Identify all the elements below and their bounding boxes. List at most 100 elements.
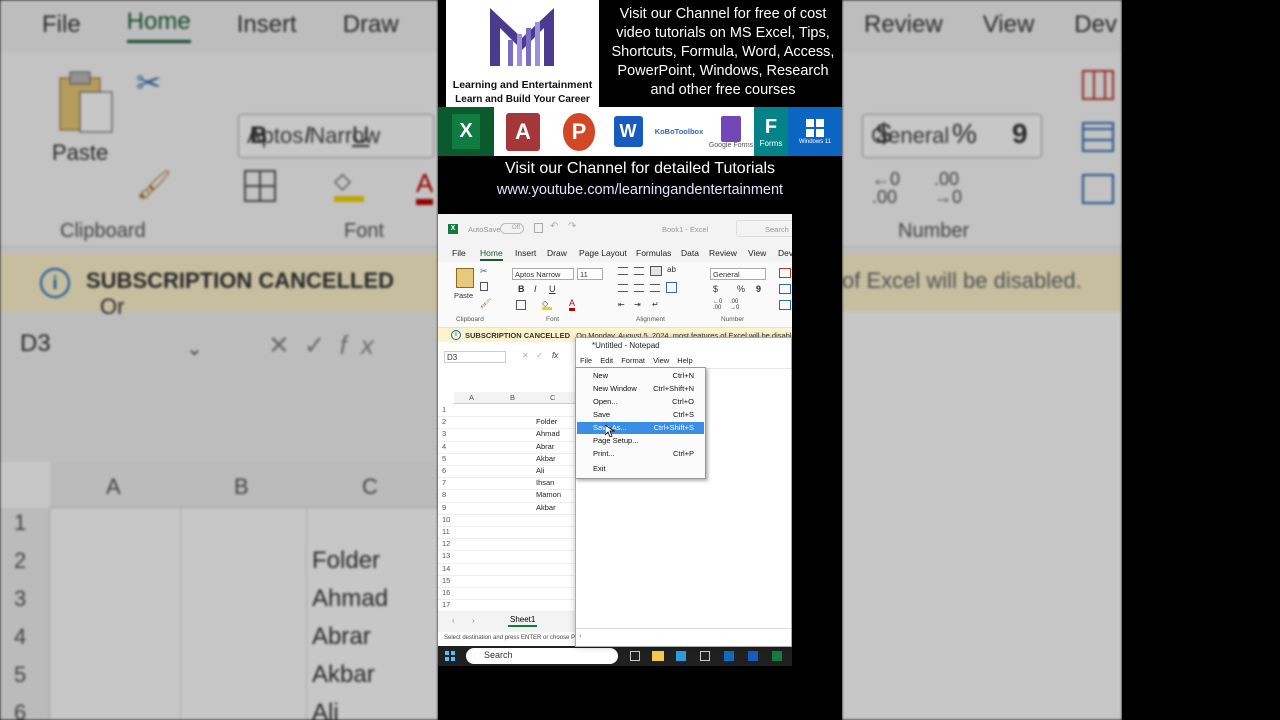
- cell-c[interactable]: Akbar: [536, 454, 556, 463]
- row-number[interactable]: 11: [442, 527, 450, 536]
- notepad-menu-view[interactable]: View: [653, 356, 669, 365]
- row-number[interactable]: 5: [442, 454, 446, 463]
- file-menu-item[interactable]: Save As... Ctrl+Shift+S: [577, 422, 704, 434]
- cancel-icon[interactable]: ✕: [522, 351, 529, 360]
- row-number[interactable]: 14: [442, 564, 450, 573]
- tab-insert[interactable]: Insert: [515, 248, 536, 258]
- file-menu-item[interactable]: Open... Ctrl+O: [577, 396, 704, 408]
- outlook-icon[interactable]: [724, 651, 734, 661]
- align-icon[interactable]: [650, 266, 662, 276]
- start-icon[interactable]: [445, 651, 455, 661]
- notepad-horizontal-scrollbar[interactable]: ‹: [576, 628, 791, 646]
- file-menu-item[interactable]: Page Setup...: [577, 435, 704, 447]
- align-center-icon[interactable]: [634, 284, 644, 292]
- indent-icon[interactable]: ⇤: [618, 300, 625, 309]
- tab-page-layout[interactable]: Page Layout: [579, 248, 627, 258]
- cell-c[interactable]: Mamon: [536, 490, 561, 499]
- sheet-tab-sheet1[interactable]: Sheet1: [508, 615, 538, 627]
- italic-button[interactable]: I: [534, 284, 537, 294]
- cell-c[interactable]: Akbar: [536, 503, 556, 512]
- cut-icon[interactable]: ✂: [480, 266, 488, 277]
- file-menu-item[interactable]: New Ctrl+N: [577, 370, 704, 382]
- tab-dev[interactable]: Dev: [778, 248, 792, 258]
- redo-icon[interactable]: ↷: [568, 221, 576, 232]
- paste-label[interactable]: Paste: [454, 291, 473, 300]
- autosave-toggle[interactable]: Off: [500, 223, 524, 234]
- underline-button[interactable]: U: [549, 284, 556, 294]
- row-number[interactable]: 6: [442, 466, 446, 475]
- paste-icon[interactable]: [456, 268, 474, 288]
- file-menu-item[interactable]: Print... Ctrl+P: [577, 448, 704, 460]
- borders-button[interactable]: [516, 300, 526, 310]
- taskbar-app-icon[interactable]: [700, 651, 710, 661]
- col-header-b[interactable]: B: [510, 393, 515, 402]
- row-number[interactable]: 8: [442, 490, 446, 499]
- table-icon[interactable]: [779, 300, 791, 310]
- align-icon[interactable]: [618, 267, 628, 275]
- taskbar-app-icon[interactable]: [630, 651, 640, 661]
- file-menu-item[interactable]: Exit: [577, 463, 704, 475]
- row-number[interactable]: 7: [442, 478, 446, 487]
- tab-view[interactable]: View: [748, 248, 766, 258]
- scroll-left-icon[interactable]: ‹: [579, 631, 582, 640]
- cell-c[interactable]: Folder: [536, 417, 557, 426]
- font-name-box[interactable]: Aptos Narrow: [512, 268, 574, 280]
- enter-icon[interactable]: ✓: [536, 351, 543, 360]
- store-icon[interactable]: [676, 651, 686, 661]
- indent-icon[interactable]: ⇥: [634, 300, 641, 309]
- tab-formulas[interactable]: Formulas: [636, 248, 671, 258]
- row-number[interactable]: 9: [442, 503, 446, 512]
- row-number[interactable]: 4: [442, 442, 446, 451]
- row-number[interactable]: 12: [442, 539, 450, 548]
- excel-search-box[interactable]: Search: [736, 220, 792, 237]
- file-menu-item[interactable]: Save Ctrl+S: [577, 409, 704, 421]
- tab-review[interactable]: Review: [709, 248, 737, 258]
- channel-url[interactable]: www.youtube.com/learningandentertainment: [438, 182, 842, 198]
- row-number[interactable]: 16: [442, 588, 450, 597]
- format-painter-icon[interactable]: 🖌: [480, 298, 491, 309]
- sheet-prev-icon[interactable]: ‹: [452, 616, 455, 625]
- col-header-c[interactable]: C: [550, 393, 555, 402]
- notepad-menu-format[interactable]: Format: [621, 356, 645, 365]
- name-box[interactable]: D3: [444, 351, 506, 363]
- tab-home[interactable]: Home: [480, 248, 503, 261]
- sheet-next-icon[interactable]: ›: [472, 616, 475, 625]
- save-icon[interactable]: [534, 223, 543, 233]
- tab-file[interactable]: File: [452, 248, 466, 258]
- row-number[interactable]: 3: [442, 429, 446, 438]
- row-number[interactable]: 15: [442, 576, 450, 585]
- table-icon[interactable]: [779, 268, 791, 278]
- comma-button[interactable]: 9: [756, 284, 761, 294]
- notepad-menu-edit[interactable]: Edit: [600, 356, 613, 365]
- cell-c[interactable]: Ihsan: [536, 478, 554, 487]
- fx-icon[interactable]: fx: [552, 351, 558, 360]
- percent-button[interactable]: %: [737, 284, 745, 294]
- align-right-icon[interactable]: [650, 284, 660, 292]
- font-size-box[interactable]: 11: [577, 268, 603, 280]
- row-number[interactable]: 2: [442, 417, 446, 426]
- orientation-icon[interactable]: ab: [667, 265, 676, 274]
- decimal-increase-icon[interactable]: ←0.00: [713, 299, 722, 311]
- currency-button[interactable]: $: [713, 284, 718, 294]
- cell-c[interactable]: Abrar: [536, 442, 554, 451]
- bold-button[interactable]: B: [518, 284, 525, 294]
- row-number[interactable]: 10: [442, 515, 450, 524]
- wrap-icon[interactable]: ↵: [652, 300, 659, 309]
- col-header-a[interactable]: A: [469, 393, 474, 402]
- row-number[interactable]: 1: [442, 405, 446, 414]
- excel-taskbar-icon[interactable]: [772, 651, 782, 661]
- cell-c[interactable]: Ahmad: [536, 429, 560, 438]
- notepad-menu-file[interactable]: File: [580, 356, 592, 365]
- merge-icon[interactable]: [666, 282, 677, 293]
- row-number[interactable]: 17: [442, 600, 450, 609]
- table-icon[interactable]: [779, 284, 791, 294]
- fill-color-button[interactable]: ◇: [542, 299, 552, 310]
- cell-c[interactable]: Ali: [536, 466, 544, 475]
- number-format-box[interactable]: General: [710, 268, 766, 280]
- file-explorer-icon[interactable]: [652, 651, 664, 661]
- align-icon[interactable]: [634, 267, 644, 275]
- decimal-decrease-icon[interactable]: .00 →0: [730, 299, 739, 311]
- font-color-button[interactable]: A: [569, 298, 576, 311]
- undo-icon[interactable]: ↶: [550, 221, 558, 232]
- taskbar-search[interactable]: Search: [466, 648, 618, 664]
